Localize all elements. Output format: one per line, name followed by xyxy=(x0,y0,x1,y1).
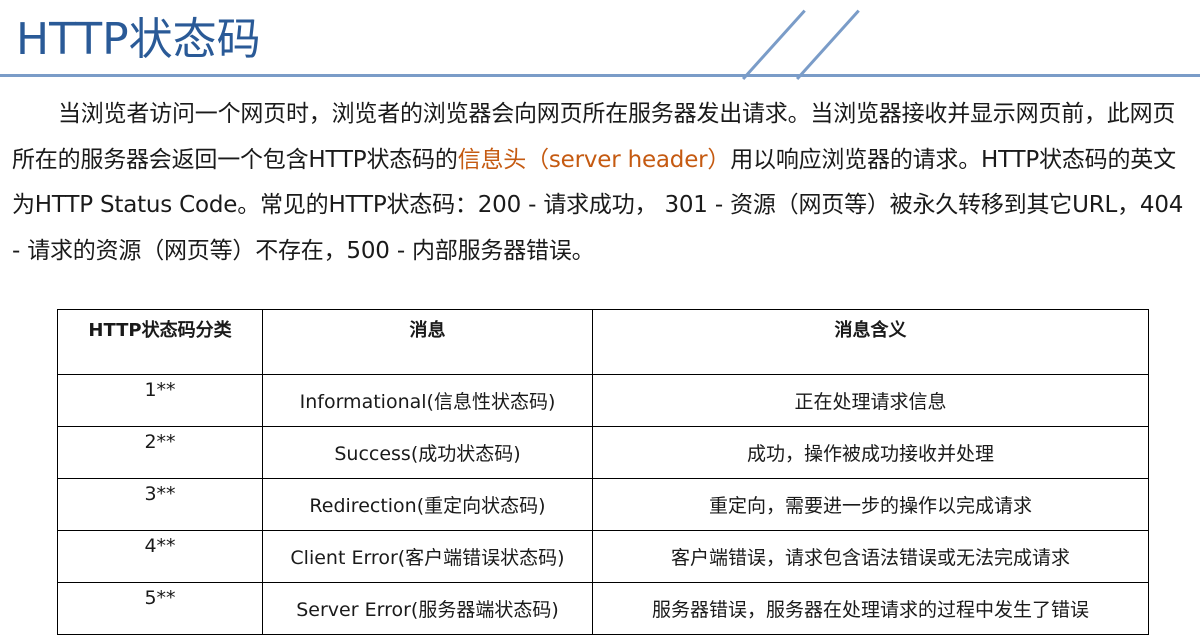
intro-paragraph: 当浏览者访问一个网页时，浏览者的浏览器会向网页所在服务器发出请求。当浏览器接收并… xyxy=(12,92,1188,274)
message-cell: Server Error(服务器端状态码) xyxy=(262,582,593,635)
table-row: 3** Redirection(重定向状态码) 重定向，需要进一步的操作以完成请… xyxy=(57,478,1149,531)
code-cell: 5** xyxy=(57,582,263,635)
header-category: HTTP状态码分类 xyxy=(57,309,263,375)
meaning-cell: 正在处理请求信息 xyxy=(592,374,1149,427)
status-code-table: HTTP状态码分类 消息 消息含义 1** Informational(信息性状… xyxy=(57,309,1149,635)
message-cell: Client Error(客户端错误状态码) xyxy=(262,530,593,583)
decorative-slash xyxy=(796,9,860,81)
meaning-cell: 客户端错误，请求包含语法错误或无法完成请求 xyxy=(592,530,1149,583)
code-cell: 1** xyxy=(57,374,263,427)
code-cell: 2** xyxy=(57,426,263,479)
code-cell: 4** xyxy=(57,530,263,583)
table-header-row: HTTP状态码分类 消息 消息含义 xyxy=(57,309,1149,375)
table-row: 2** Success(成功状态码) 成功，操作被成功接收并处理 xyxy=(57,426,1149,479)
table-row: 5** Server Error(服务器端状态码) 服务器错误，服务器在处理请求… xyxy=(57,582,1149,635)
highlight-term: 信息头（server header） xyxy=(457,146,731,173)
message-cell: Success(成功状态码) xyxy=(262,426,593,479)
message-cell: Informational(信息性状态码) xyxy=(262,374,593,427)
table-row: 1** Informational(信息性状态码) 正在处理请求信息 xyxy=(57,374,1149,427)
message-cell: Redirection(重定向状态码) xyxy=(262,478,593,531)
title-underline xyxy=(0,74,1200,77)
meaning-cell: 成功，操作被成功接收并处理 xyxy=(592,426,1149,479)
page-title: HTTP状态码 xyxy=(16,14,261,65)
code-cell: 3** xyxy=(57,478,263,531)
meaning-cell: 重定向，需要进一步的操作以完成请求 xyxy=(592,478,1149,531)
table-row: 4** Client Error(客户端错误状态码) 客户端错误，请求包含语法错… xyxy=(57,530,1149,583)
meaning-cell: 服务器错误，服务器在处理请求的过程中发生了错误 xyxy=(592,582,1149,635)
header-message: 消息 xyxy=(262,309,593,375)
decorative-slash xyxy=(742,9,806,81)
header-meaning: 消息含义 xyxy=(592,309,1149,375)
